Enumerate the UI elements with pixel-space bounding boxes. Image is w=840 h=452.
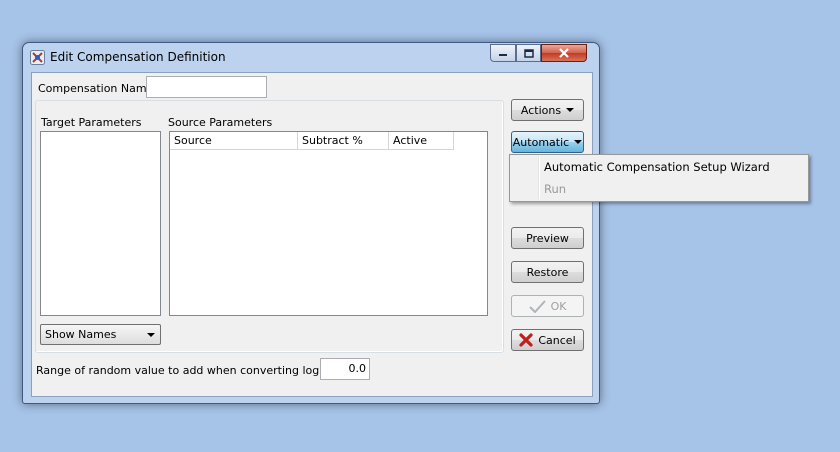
maximize-button[interactable]	[516, 44, 541, 62]
show-names-value: Show Names	[45, 328, 117, 341]
chevron-down-icon	[574, 140, 583, 144]
source-parameters-label: Source Parameters	[168, 116, 273, 129]
random-range-input[interactable]: 0.0	[320, 358, 370, 380]
column-header-source[interactable]: Source	[170, 132, 298, 150]
window-title: Edit Compensation Definition	[50, 50, 226, 64]
ok-button[interactable]: OK	[511, 295, 584, 317]
cancel-button[interactable]: Cancel	[511, 329, 584, 351]
automatic-label: Automatic	[512, 135, 570, 149]
dialog-window: Edit Compensation Definition Compensatio…	[22, 42, 600, 404]
minimize-icon	[499, 54, 507, 56]
source-parameters-list[interactable]: Source Subtract % Active	[169, 131, 488, 316]
close-button[interactable]	[541, 44, 587, 62]
chevron-down-icon	[147, 333, 155, 337]
app-icon	[30, 50, 45, 65]
actions-label: Actions	[520, 103, 562, 117]
target-parameters-label: Target Parameters	[41, 116, 142, 129]
preview-button[interactable]: Preview	[511, 227, 584, 249]
chevron-down-icon	[566, 108, 575, 112]
red-x-icon	[519, 333, 533, 347]
random-range-value: 0.0	[348, 362, 367, 375]
minimize-button[interactable]	[490, 44, 516, 62]
compensation-name-input[interactable]	[146, 76, 267, 98]
checkmark-icon	[528, 299, 546, 313]
automatic-dropdown-menu: Automatic Compensation Setup Wizard Run	[509, 154, 809, 202]
dialog-content: Compensation Name Target Parameters Sour…	[31, 72, 593, 397]
source-list-header: Source Subtract % Active	[170, 132, 454, 150]
show-names-dropdown[interactable]: Show Names	[40, 324, 161, 345]
preview-label: Preview	[526, 231, 569, 245]
ok-label: OK	[550, 299, 567, 313]
close-icon	[559, 48, 569, 58]
random-range-label: Range of random value to add when conver…	[36, 364, 348, 377]
menu-gutter-separator	[538, 157, 540, 199]
maximize-icon	[523, 48, 534, 58]
column-header-subtract[interactable]: Subtract %	[298, 132, 389, 150]
menu-item-setup-wizard[interactable]: Automatic Compensation Setup Wizard	[544, 160, 770, 174]
restore-button[interactable]: Restore	[511, 261, 584, 283]
cancel-label: Cancel	[538, 333, 576, 347]
automatic-button[interactable]: Automatic	[511, 131, 584, 153]
compensation-name-label: Compensation Name	[38, 82, 154, 95]
menu-item-run[interactable]: Run	[544, 182, 566, 196]
restore-label: Restore	[526, 265, 569, 279]
actions-button[interactable]: Actions	[511, 99, 584, 121]
column-header-active[interactable]: Active	[389, 132, 454, 150]
title-bar[interactable]: Edit Compensation Definition	[23, 43, 599, 71]
target-parameters-list[interactable]	[40, 131, 161, 316]
